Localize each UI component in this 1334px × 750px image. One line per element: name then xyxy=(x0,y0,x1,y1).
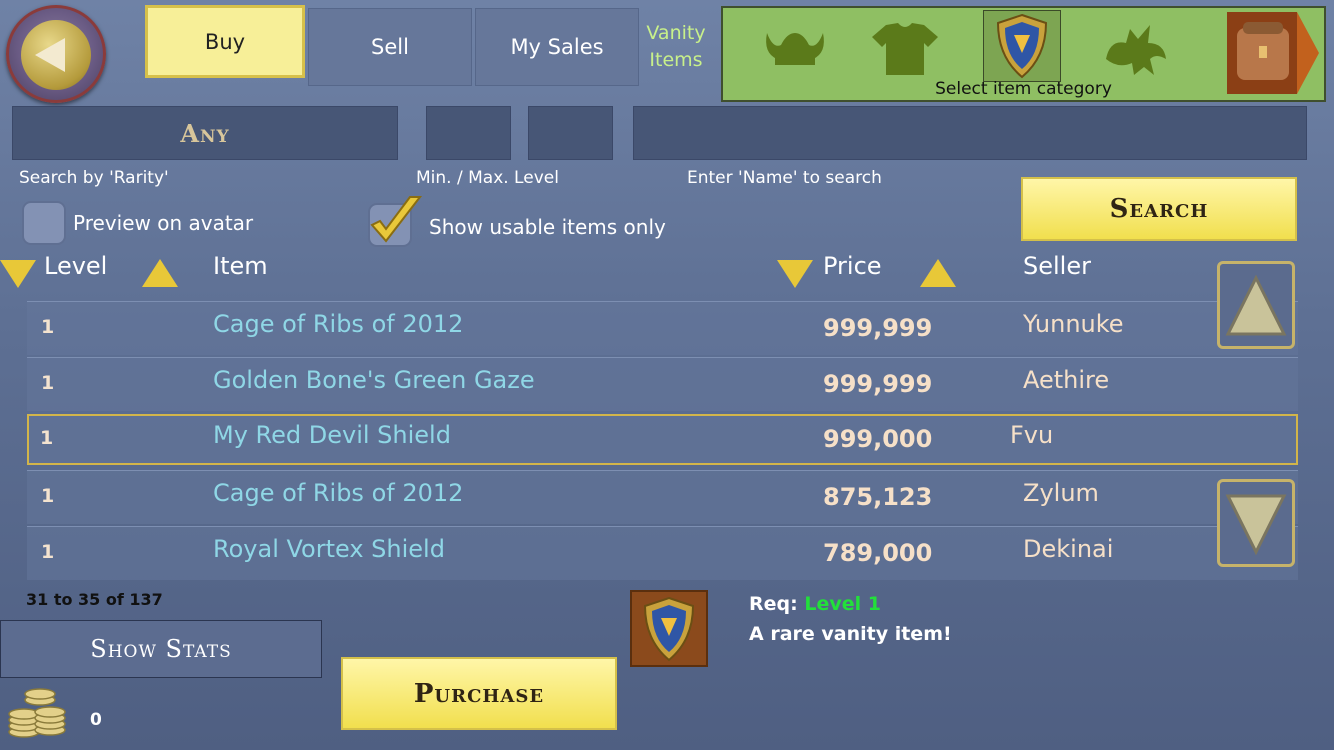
sort-price-asc-icon[interactable] xyxy=(920,259,956,287)
sort-level-asc-icon[interactable] xyxy=(142,259,178,287)
tab-my-sales[interactable]: My Sales xyxy=(475,8,639,86)
scroll-down-button[interactable] xyxy=(1217,479,1295,567)
selected-item-shield-icon xyxy=(630,590,708,667)
header-level: Level xyxy=(44,252,108,280)
row-price: 999,000 xyxy=(823,425,933,453)
preview-avatar-label: Preview on avatar xyxy=(73,211,254,235)
requirement-line: Req: Level 1 xyxy=(749,593,881,615)
table-row[interactable]: 1 Cage of Ribs of 2012 999,999 Yunnuke xyxy=(27,301,1298,355)
row-level: 1 xyxy=(41,541,55,563)
rarity-select[interactable]: Any xyxy=(12,106,398,160)
rarity-label: Search by 'Rarity' xyxy=(19,168,169,188)
table-row[interactable]: 1 Royal Vortex Shield 789,000 Dekinai xyxy=(27,526,1298,580)
row-level: 1 xyxy=(41,372,55,394)
table-row[interactable]: 1 Golden Bone's Green Gaze 999,999 Aethi… xyxy=(27,357,1298,411)
row-level: 1 xyxy=(41,316,55,338)
usable-items-checkbox[interactable] xyxy=(368,196,423,247)
purchase-button[interactable]: Purchase xyxy=(341,657,617,730)
tab-sell[interactable]: Sell xyxy=(308,8,472,86)
usable-items-label: Show usable items only xyxy=(429,215,666,239)
helmet-icon[interactable] xyxy=(757,14,833,84)
table-row-selected[interactable]: 1 My Red Devil Shield 999,000 Fvu xyxy=(27,414,1298,465)
header-seller: Seller xyxy=(1023,252,1091,280)
header-item: Item xyxy=(213,252,268,280)
min-level-input[interactable] xyxy=(426,106,511,160)
preview-avatar-checkbox[interactable] xyxy=(22,201,66,245)
coin-count: 0 xyxy=(90,710,102,730)
item-category-panel: Select item category xyxy=(721,6,1326,102)
vanity-label-line2: Items xyxy=(649,49,703,71)
row-level: 1 xyxy=(41,485,55,507)
table-row[interactable]: 1 Cage of Ribs of 2012 875,123 Zylum xyxy=(27,470,1298,524)
search-button[interactable]: Search xyxy=(1021,177,1297,241)
back-arrow-icon xyxy=(21,20,91,90)
row-item-name: Cage of Ribs of 2012 xyxy=(213,310,464,338)
shield-icon[interactable] xyxy=(983,10,1061,82)
vanity-label-line1: Vanity xyxy=(646,22,706,44)
row-item-name: Royal Vortex Shield xyxy=(213,535,445,563)
tab-buy[interactable]: Buy xyxy=(145,5,305,78)
row-price: 999,999 xyxy=(823,314,933,342)
row-level: 1 xyxy=(40,427,54,449)
scroll-down-icon xyxy=(1225,494,1287,556)
pagination-info: 31 to 35 of 137 xyxy=(26,590,163,609)
row-seller: Fvu xyxy=(1010,421,1054,449)
checkmark-icon xyxy=(370,196,423,243)
sort-level-desc-icon[interactable] xyxy=(0,260,36,288)
name-search-input[interactable] xyxy=(633,106,1307,160)
header-price: Price xyxy=(823,252,882,280)
row-seller: Yunnuke xyxy=(1023,310,1124,338)
row-seller: Aethire xyxy=(1023,366,1110,394)
row-item-name: Cage of Ribs of 2012 xyxy=(213,479,464,507)
requirement-value: Level 1 xyxy=(804,593,881,615)
name-search-label: Enter 'Name' to search xyxy=(687,168,882,188)
coins-icon xyxy=(4,686,70,744)
requirement-label: Req: xyxy=(749,593,798,615)
back-button[interactable] xyxy=(6,5,106,103)
scroll-up-icon xyxy=(1225,274,1287,336)
sort-price-desc-icon[interactable] xyxy=(777,260,813,288)
scroll-up-button[interactable] xyxy=(1217,261,1295,349)
row-seller: Zylum xyxy=(1023,479,1099,507)
row-price: 999,999 xyxy=(823,370,933,398)
dragon-pet-icon[interactable] xyxy=(1097,14,1173,84)
row-price: 875,123 xyxy=(823,483,933,511)
show-stats-button[interactable]: Show Stats xyxy=(0,620,322,678)
max-level-input[interactable] xyxy=(528,106,613,160)
level-range-label: Min. / Max. Level xyxy=(416,168,559,188)
row-item-name: My Red Devil Shield xyxy=(213,421,451,449)
vanity-items-label: Vanity Items xyxy=(640,20,712,80)
row-item-name: Golden Bone's Green Gaze xyxy=(213,366,535,394)
row-seller: Dekinai xyxy=(1023,535,1114,563)
armor-icon[interactable] xyxy=(867,14,943,84)
category-label: Select item category xyxy=(935,79,1112,99)
item-description: A rare vanity item! xyxy=(749,623,952,645)
row-price: 789,000 xyxy=(823,539,933,567)
